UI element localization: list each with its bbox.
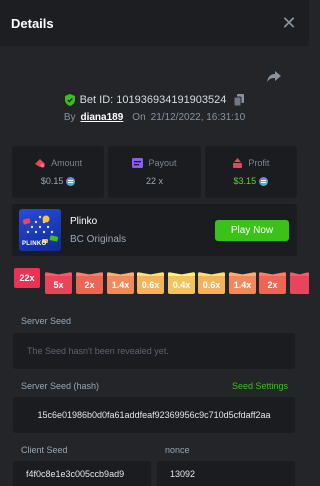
coin-icon [259,176,269,186]
coin-icon [66,176,76,186]
server-seed-hash-label: Server Seed (hash) [21,381,100,391]
bet-id: Bet ID: 101936934191903524 [79,94,227,106]
stat-payout-value: 22 x [145,176,163,186]
multiplier-chip: 5x [45,275,72,294]
multiplier-chip: 2x [259,275,286,294]
stat-amount-value: $0.15 [40,176,64,186]
username-link[interactable]: diana189 [80,112,123,123]
close-icon[interactable]: ✕ [281,14,297,32]
game-name: Plinko [70,216,98,227]
share-icon[interactable] [266,70,282,84]
page-title: Details [11,15,54,31]
by-label: By [63,111,76,123]
nonce-label: nonce [165,445,190,455]
seed-settings-link[interactable]: Seed Settings [232,381,288,391]
multiplier-chip: 2x [76,275,103,294]
stat-profit-value: $3.15 [233,176,257,186]
bet-datetime: 21/12/2022, 16:31:10 [150,111,246,123]
server-seed-hash-field[interactable]: 15c6e01986b0d0fa61addfeaf92369956c9c710d… [13,397,295,433]
bet-id-row: Bet ID: 101936934191903524 [0,92,309,108]
multiplier-chip-partial [290,275,309,294]
stat-payout-label: Payout [148,158,177,168]
game-card: PLINKO Plinko BC Originals Play Now [12,204,297,256]
shield-check-icon [64,94,75,106]
profit-icon [233,158,243,168]
multiplier-chip: 0.4x [168,275,195,294]
copy-icon[interactable] [234,94,245,106]
server-seed-field: The Seed hasn't been revealed yet. [13,333,295,369]
multiplier-row: 22x 5x 2x 1.4x 0.6x 0.4x 0.6x 1.4x 2x [0,268,309,298]
client-seed-field[interactable]: f4f0c8e1e3c005ccb9ad9 [13,461,151,486]
on-label: On [132,111,146,123]
multiplier-selected: 22x [14,268,40,288]
money-icon [35,159,46,168]
bet-by-row: By diana189 On 21/12/2022, 16:31:10 [0,110,309,124]
play-now-button[interactable]: Play Now [215,220,289,241]
plinko-thumbnail: PLINKO [19,209,61,251]
stat-payout: Payout 22 x [108,146,201,198]
stat-profit-label: Profit [248,158,270,168]
multiplier-chip: 1.4x [107,275,134,294]
stat-amount: Amount $0.15 [12,146,105,198]
multiplier-chip: 1.4x [229,275,256,294]
client-seed-label: Client Seed [21,445,68,455]
nonce-field[interactable]: 13092 [157,461,295,486]
stat-amount-label: Amount [51,158,83,168]
server-seed-label: Server Seed [21,316,72,326]
multiplier-chip: 0.6x [137,275,164,294]
plinko-logo-text: PLINKO [22,241,47,247]
payout-icon [132,158,144,168]
bet-stats: Amount $0.15 Payout 22 x Profit $3.15 [12,146,297,198]
stat-profit: Profit $3.15 [204,146,297,198]
details-header: Details ✕ [0,0,309,46]
multiplier-chip: 0.6x [198,275,225,294]
game-provider: BC Originals [70,234,127,245]
